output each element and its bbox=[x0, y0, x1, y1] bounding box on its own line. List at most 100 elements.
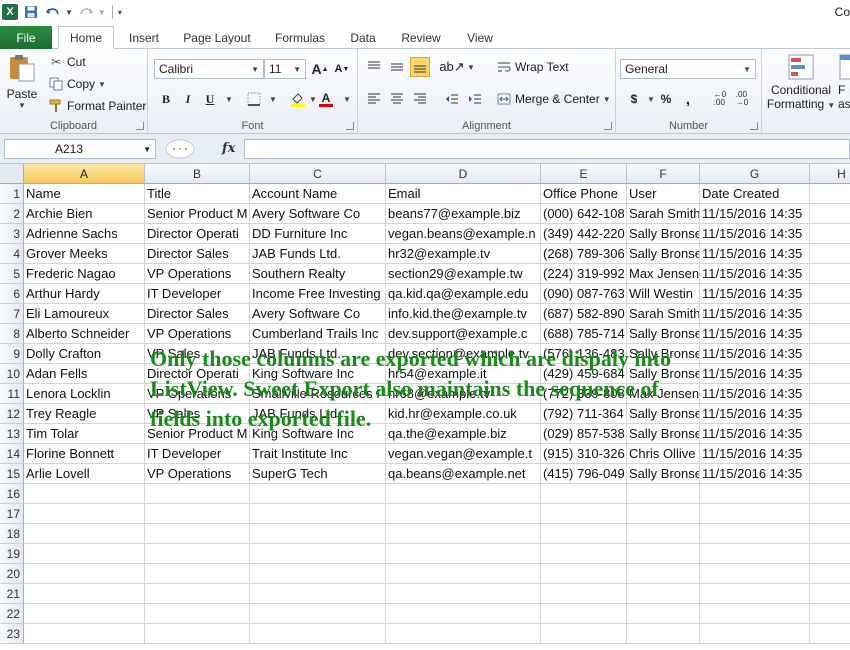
cell-b4[interactable]: Director Sales bbox=[145, 244, 250, 264]
cell-g12[interactable]: 11/15/2016 14:35 bbox=[700, 404, 810, 424]
column-header-b[interactable]: B bbox=[145, 164, 250, 184]
cell-c6[interactable]: Income Free Investing bbox=[250, 284, 386, 304]
cell-b8[interactable]: VP Operations bbox=[145, 324, 250, 344]
name-box[interactable]: A213 ▼ bbox=[4, 139, 156, 159]
tab-home[interactable]: Home bbox=[58, 26, 114, 49]
clipboard-launcher-icon[interactable] bbox=[136, 122, 144, 130]
cell-g6[interactable]: 11/15/2016 14:35 bbox=[700, 284, 810, 304]
row-header-17[interactable]: 17 bbox=[0, 504, 24, 524]
increase-decimal-icon[interactable]: ←0.00 bbox=[710, 89, 730, 109]
cell-c2[interactable]: Avery Software Co bbox=[250, 204, 386, 224]
copy-dropdown-icon[interactable]: ▼ bbox=[98, 80, 106, 89]
cell-g14[interactable]: 11/15/2016 14:35 bbox=[700, 444, 810, 464]
cell-a8[interactable]: Alberto Schneider bbox=[24, 324, 145, 344]
tab-formulas[interactable]: Formulas bbox=[268, 26, 332, 49]
cell-a7[interactable]: Eli Lamoureux bbox=[24, 304, 145, 324]
font-size-select[interactable]: 11 ▼ bbox=[264, 59, 306, 79]
formula-input[interactable] bbox=[244, 139, 850, 159]
cell-e15[interactable]: (415) 796-049 bbox=[541, 464, 627, 484]
cell-c14[interactable]: Trait Institute Inc bbox=[250, 444, 386, 464]
cell-f6[interactable]: Will Westin bbox=[627, 284, 700, 304]
cell-h15[interactable] bbox=[810, 464, 850, 484]
row-header-3[interactable]: 3 bbox=[0, 224, 24, 244]
cell-b14[interactable]: IT Developer bbox=[145, 444, 250, 464]
cell-h2[interactable] bbox=[810, 204, 850, 224]
cell-g18[interactable] bbox=[700, 524, 810, 544]
wrap-text-button[interactable]: Wrap Text bbox=[496, 59, 569, 75]
cell-e19[interactable] bbox=[541, 544, 627, 564]
cell-b6[interactable]: IT Developer bbox=[145, 284, 250, 304]
cell-d15[interactable]: qa.beans@example.net bbox=[386, 464, 541, 484]
cell-b7[interactable]: Director Sales bbox=[145, 304, 250, 324]
cell-e16[interactable] bbox=[541, 484, 627, 504]
cell-f17[interactable] bbox=[627, 504, 700, 524]
paste-dropdown-icon[interactable]: ▼ bbox=[18, 101, 26, 110]
percent-button[interactable]: % bbox=[656, 89, 676, 109]
cell-g17[interactable] bbox=[700, 504, 810, 524]
cell-d19[interactable] bbox=[386, 544, 541, 564]
align-top-icon[interactable] bbox=[364, 57, 384, 77]
row-header-18[interactable]: 18 bbox=[0, 524, 24, 544]
tab-insert[interactable]: Insert bbox=[120, 26, 168, 49]
row-header-12[interactable]: 12 bbox=[0, 404, 24, 424]
number-format-dropdown-icon[interactable]: ▼ bbox=[743, 65, 751, 74]
column-header-d[interactable]: D bbox=[386, 164, 541, 184]
cell-d5[interactable]: section29@example.tw bbox=[386, 264, 541, 284]
cell-d1[interactable]: Email bbox=[386, 184, 541, 204]
cell-a13[interactable]: Tim Tolar bbox=[24, 424, 145, 444]
row-header-11[interactable]: 11 bbox=[0, 384, 24, 404]
cell-d21[interactable] bbox=[386, 584, 541, 604]
copy-button[interactable]: Copy ▼ bbox=[48, 76, 106, 92]
undo-dropdown-icon[interactable]: ▼ bbox=[65, 8, 73, 17]
cell-a14[interactable]: Florine Bonnett bbox=[24, 444, 145, 464]
cell-b22[interactable] bbox=[145, 604, 250, 624]
cell-c16[interactable] bbox=[250, 484, 386, 504]
cell-d18[interactable] bbox=[386, 524, 541, 544]
bold-button[interactable]: B bbox=[156, 89, 176, 109]
cell-h3[interactable] bbox=[810, 224, 850, 244]
cell-c23[interactable] bbox=[250, 624, 386, 644]
cell-a6[interactable]: Arthur Hardy bbox=[24, 284, 145, 304]
currency-button[interactable]: $ bbox=[624, 89, 644, 109]
number-format-select[interactable]: General ▼ bbox=[620, 59, 756, 79]
cell-g8[interactable]: 11/15/2016 14:35 bbox=[700, 324, 810, 344]
cell-c18[interactable] bbox=[250, 524, 386, 544]
align-left-icon[interactable] bbox=[364, 89, 384, 109]
cell-e22[interactable] bbox=[541, 604, 627, 624]
cell-a18[interactable] bbox=[24, 524, 145, 544]
cell-g15[interactable]: 11/15/2016 14:35 bbox=[700, 464, 810, 484]
cell-h23[interactable] bbox=[810, 624, 850, 644]
cell-a1[interactable]: Name bbox=[24, 184, 145, 204]
cell-h5[interactable] bbox=[810, 264, 850, 284]
merge-center-button[interactable]: Merge & Center ▼ bbox=[496, 91, 611, 107]
cell-f2[interactable]: Sarah Smith bbox=[627, 204, 700, 224]
cell-e21[interactable] bbox=[541, 584, 627, 604]
cell-b23[interactable] bbox=[145, 624, 250, 644]
cell-f5[interactable]: Max Jensen bbox=[627, 264, 700, 284]
font-size-dropdown-icon[interactable]: ▼ bbox=[293, 65, 301, 74]
cell-c20[interactable] bbox=[250, 564, 386, 584]
cell-e23[interactable] bbox=[541, 624, 627, 644]
cell-c15[interactable]: SuperG Tech bbox=[250, 464, 386, 484]
cell-f1[interactable]: User bbox=[627, 184, 700, 204]
cell-f15[interactable]: Sally Bronse bbox=[627, 464, 700, 484]
conditional-formatting-button[interactable]: Conditional Formatting ▼ bbox=[767, 53, 835, 111]
cell-g22[interactable] bbox=[700, 604, 810, 624]
cell-b2[interactable]: Senior Product M bbox=[145, 204, 250, 224]
cell-a4[interactable]: Grover Meeks bbox=[24, 244, 145, 264]
customize-toolbar-icon[interactable]: ▾ bbox=[118, 8, 122, 17]
cell-f21[interactable] bbox=[627, 584, 700, 604]
merge-center-dropdown-icon[interactable]: ▼ bbox=[603, 95, 611, 104]
cell-h16[interactable] bbox=[810, 484, 850, 504]
cell-h1[interactable] bbox=[810, 184, 850, 204]
cell-c19[interactable] bbox=[250, 544, 386, 564]
underline-dropdown-icon[interactable]: ▼ bbox=[225, 95, 233, 104]
cell-g5[interactable]: 11/15/2016 14:35 bbox=[700, 264, 810, 284]
column-header-g[interactable]: G bbox=[700, 164, 810, 184]
cell-h14[interactable] bbox=[810, 444, 850, 464]
cell-g4[interactable]: 11/15/2016 14:35 bbox=[700, 244, 810, 264]
cell-b18[interactable] bbox=[145, 524, 250, 544]
save-icon[interactable] bbox=[22, 3, 40, 21]
cell-f20[interactable] bbox=[627, 564, 700, 584]
alignment-launcher-icon[interactable] bbox=[604, 122, 612, 130]
